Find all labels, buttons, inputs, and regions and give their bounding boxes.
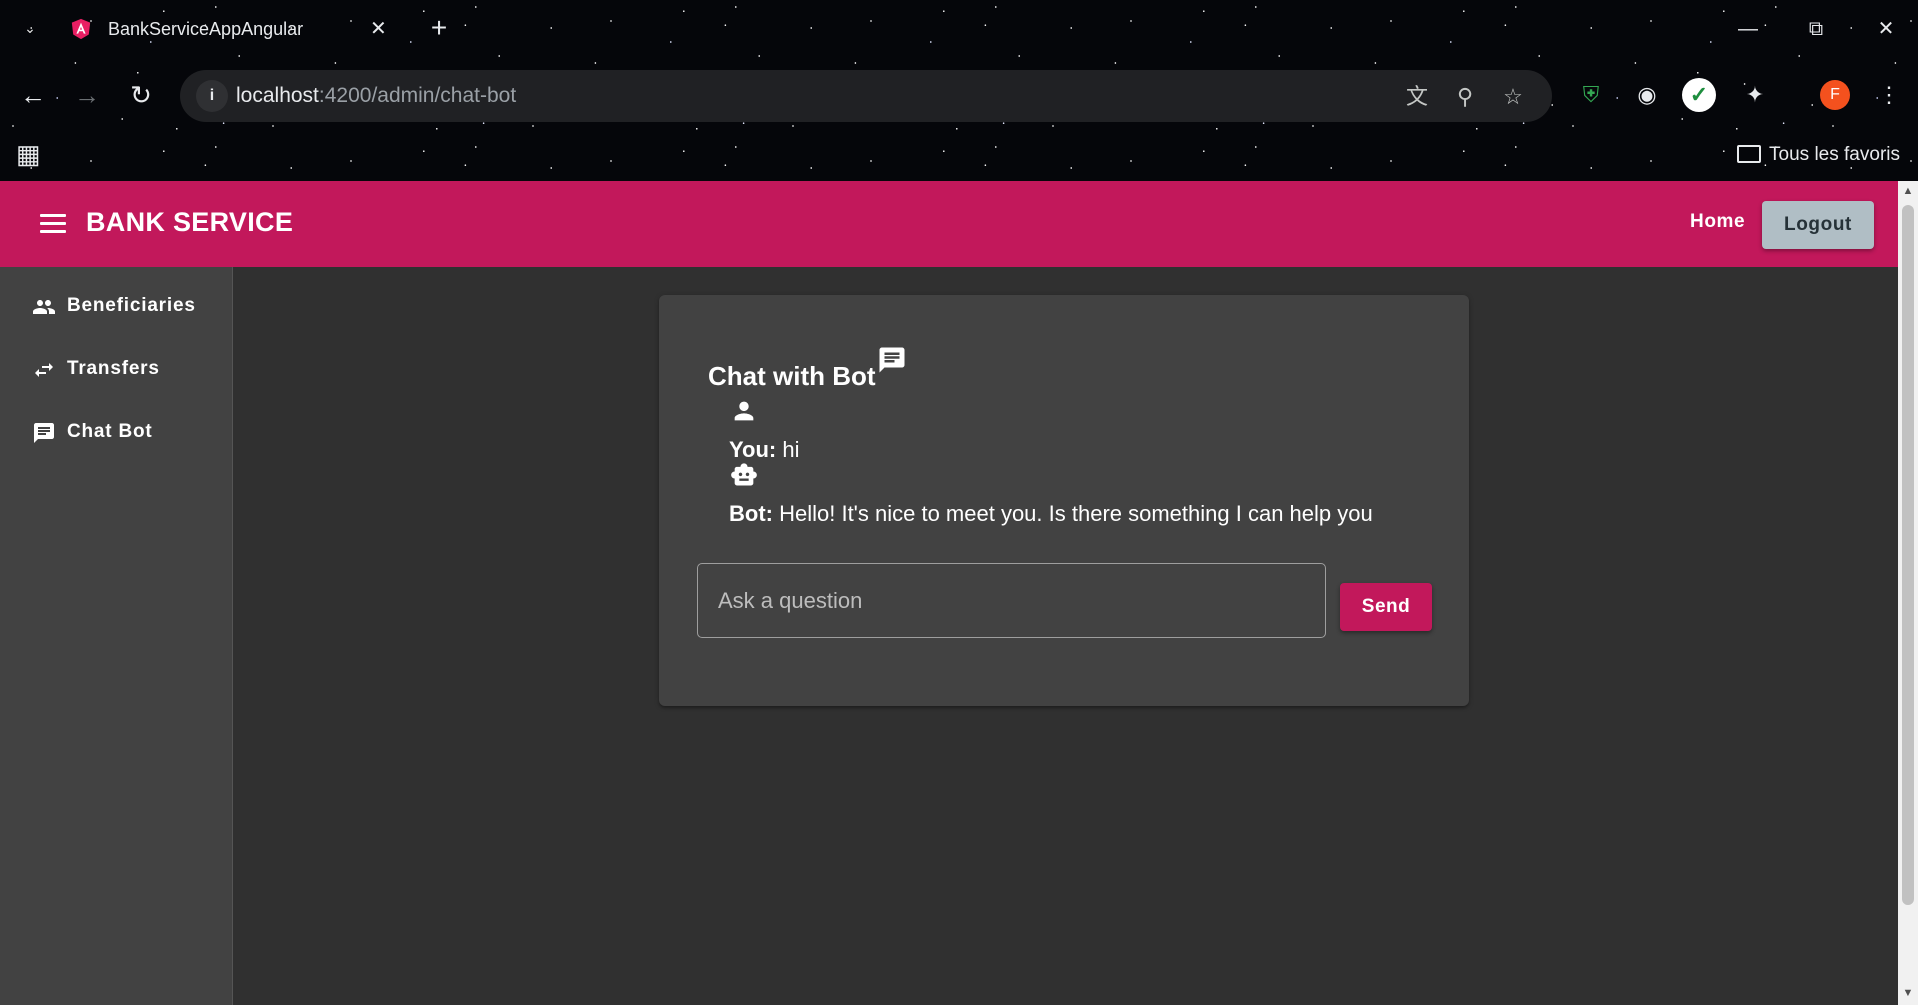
bookmarks-folder-label: Tous les favoris <box>1769 144 1900 165</box>
message-sender: You: <box>729 437 777 462</box>
all-bookmarks-folder[interactable]: Tous les favoris <box>1737 140 1900 170</box>
zoom-icon[interactable]: ⚲ <box>1450 82 1480 112</box>
user-message: You: hi <box>729 437 800 463</box>
scroll-up-arrow-icon[interactable]: ▲ <box>1898 185 1918 201</box>
bookmark-star-icon[interactable]: ☆ <box>1498 82 1528 112</box>
sidebar: Beneficiaries Transfers Chat Bot <box>0 267 233 1005</box>
browser-toolbar: ← → ↻ i localhost:4200/admin/chat-bot 文 … <box>0 58 1918 130</box>
person-icon <box>734 401 754 421</box>
sidebar-item-chat-bot[interactable]: Chat Bot <box>0 403 233 463</box>
chat-icon <box>879 347 905 373</box>
camera-extension-icon[interactable]: ◉ <box>1630 78 1664 112</box>
forward-icon[interactable]: → <box>70 78 104 112</box>
site-info-icon[interactable]: i <box>196 80 228 112</box>
folder-icon <box>1737 145 1762 163</box>
minimize-icon[interactable]: — <box>1728 12 1768 46</box>
address-bar[interactable]: i localhost:4200/admin/chat-bot 文 ⚲ ☆ <box>180 70 1552 122</box>
robot-icon <box>731 463 757 486</box>
app-page: BANK SERVICE Home Logout Beneficiaries T… <box>0 181 1898 1005</box>
sidebar-item-label: Transfers <box>67 358 160 379</box>
app-toolbar: BANK SERVICE Home Logout <box>0 181 1898 267</box>
question-input[interactable] <box>698 564 1325 637</box>
browser-chrome: ⌄ BankServiceAppAngular ✕ + — ⧉ ✕ ← → ↻ … <box>0 0 1918 181</box>
more-menu-icon[interactable]: ⋮ <box>1872 78 1906 112</box>
back-icon[interactable]: ← <box>16 78 50 112</box>
message-sender: Bot: <box>729 501 773 526</box>
bot-message: Bot: Hello! It's nice to meet you. Is th… <box>729 501 1373 527</box>
browser-tab[interactable]: BankServiceAppAngular ✕ <box>58 8 408 50</box>
page-scrollbar[interactable]: ▲ ▼ <box>1898 181 1918 1005</box>
angular-favicon-icon <box>71 18 91 40</box>
swap-arrows-icon <box>35 363 53 377</box>
sidebar-item-transfers[interactable]: Transfers <box>0 340 233 400</box>
tab-search-chevron-icon[interactable]: ⌄ <box>18 16 42 40</box>
send-button[interactable]: Send <box>1340 583 1432 631</box>
restore-icon[interactable]: ⧉ <box>1796 12 1836 46</box>
profile-avatar[interactable]: F <box>1820 80 1850 110</box>
bookmarks-bar: ▦ Tous les favoris <box>0 130 1918 180</box>
people-icon <box>33 300 55 314</box>
scroll-down-arrow-icon[interactable]: ▼ <box>1898 987 1918 1003</box>
new-tab-icon[interactable]: + <box>424 12 454 46</box>
sidebar-item-label: Chat Bot <box>67 421 153 442</box>
apps-grid-icon[interactable]: ▦ <box>16 140 44 168</box>
chat-icon <box>34 423 54 443</box>
sidebar-item-beneficiaries[interactable]: Beneficiaries <box>0 277 233 337</box>
message-text: hi <box>776 437 800 462</box>
message-text: Hello! It's nice to meet you. Is there s… <box>772 501 1373 526</box>
chat-card: Chat with Bot You: hi Bot: Hello! It's n… <box>659 295 1469 706</box>
home-button[interactable]: Home <box>1690 211 1745 233</box>
shield-extension-icon[interactable]: ⛨ <box>1574 78 1608 112</box>
url-text[interactable]: localhost:4200/admin/chat-bot <box>236 84 516 108</box>
close-window-icon[interactable]: ✕ <box>1866 12 1906 46</box>
translate-icon[interactable]: 文 <box>1402 82 1432 112</box>
check-extension-icon[interactable]: ✓ <box>1682 78 1716 112</box>
brand-title: BANK SERVICE <box>86 207 294 237</box>
url-path: :4200/admin/chat-bot <box>318 84 517 107</box>
reload-icon[interactable]: ↻ <box>124 78 158 112</box>
extensions-puzzle-icon[interactable]: ✦ <box>1738 78 1772 112</box>
logout-button[interactable]: Logout <box>1762 201 1874 249</box>
sidebar-item-label: Beneficiaries <box>67 295 196 316</box>
chat-title: Chat with Bot <box>708 361 876 391</box>
scrollbar-thumb[interactable] <box>1902 205 1914 905</box>
tab-strip: ⌄ BankServiceAppAngular ✕ + — ⧉ ✕ <box>0 0 1918 58</box>
menu-icon[interactable] <box>40 209 66 239</box>
tab-title: BankServiceAppAngular <box>108 19 304 39</box>
close-tab-icon[interactable]: ✕ <box>370 8 387 50</box>
url-host: localhost <box>236 84 319 107</box>
question-field[interactable] <box>697 563 1326 638</box>
